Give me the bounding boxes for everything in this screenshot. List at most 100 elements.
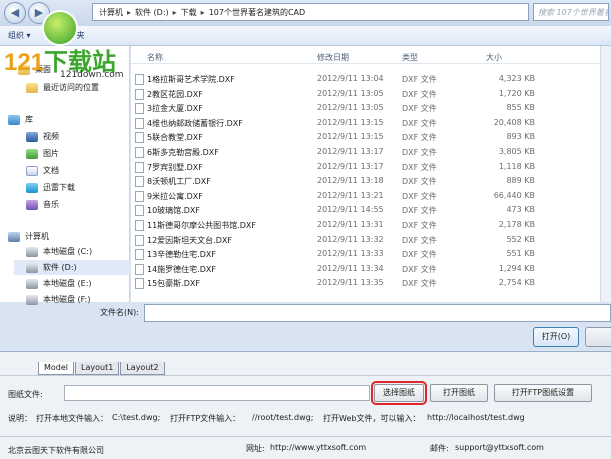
video-icon [26,131,38,142]
file-row[interactable]: 1格拉斯哥艺术学院.DXF 2012/9/11 13:04 DXF 文件 4,323 … [131,72,611,87]
tab-layout2[interactable]: Layout2 [120,362,165,375]
nav-item-drive-e[interactable]: 本地磁盘 (E:) [26,276,92,291]
file-date: 2012/9/11 13:33 [317,249,384,259]
nav-item-library[interactable]: 库 [8,112,33,127]
breadcrumb-drive-d[interactable]: 软件 (D:) [135,7,169,18]
file-row[interactable]: 10玻璃馆.DXF 2012/9/11 14:55 DXF 文件 473 KB [131,203,611,218]
file-row[interactable]: 2教区花园.DXF 2012/9/11 13:05 DXF 文件 1,720 KB [131,87,611,102]
file-row[interactable]: 6斯多克勒宫殿.DXF 2012/9/11 13:17 DXF 文件 3,805 KB [131,145,611,160]
search-input[interactable]: 搜索 107个世界著名... [533,3,609,21]
file-size: 66,440 KB [493,190,535,200]
file-size: 855 KB [506,103,535,113]
drawing-file-input[interactable] [64,385,370,401]
file-row[interactable]: 11斯德哥尔摩公共图书馆.DXF 2012/9/11 13:31 DXF 文件 2,1… [131,218,611,233]
file-size: 551 KB [506,249,535,259]
tab-layout1[interactable]: Layout1 [75,362,120,375]
file-size: 2,754 KB [498,278,535,288]
picture-icon [26,148,38,159]
chevron-right-icon[interactable]: ▸ [201,8,205,17]
dxf-file-icon [135,147,144,158]
column-size[interactable]: 大小 [486,52,502,63]
file-name: 5联合教堂.DXF [147,133,203,143]
music-icon [26,199,38,210]
file-type: DXF 文件 [402,235,437,245]
help-local-path: C:\test.dwg; [112,413,161,422]
help-web-path: http://localhost/test.dwg [427,413,525,422]
file-name: 10玻璃馆.DXF [147,206,200,216]
file-row[interactable]: 4维也纳邮政储蓄银行.DXF 2012/9/11 13:15 DXF 文件 20,40… [131,116,611,131]
computer-icon [8,231,20,242]
email-label: 邮件: [430,444,449,453]
website-link[interactable]: http://www.yttxsoft.com [270,443,366,452]
file-type: DXF 文件 [402,250,437,260]
file-type: DXF 文件 [402,148,437,157]
dxf-file-icon [135,132,144,144]
dxf-file-icon [135,117,144,129]
logo-url: 121down.com [60,70,124,80]
nav-item-drive-c[interactable]: 本地磁盘 (C:) [26,244,92,259]
file-row[interactable]: 7罗宾别墅.DXF 2012/9/11 13:17 DXF 文件 1,118 KB [131,160,611,175]
disk-icon [26,262,38,273]
nav-item-pictures[interactable]: 图片 [26,146,59,161]
file-row[interactable]: 5联合教堂.DXF 2012/9/11 13:15 DXF 文件 893 KB [131,130,611,145]
cancel-button[interactable] [585,327,611,347]
open-button[interactable]: 打开(O) [533,327,579,347]
disk-icon [26,294,38,305]
chevron-right-icon[interactable]: ▸ [173,8,177,17]
address-breadcrumb[interactable]: 计算机 ▸ 软件 (D:) ▸ 下载 ▸ 107个世界著名建筑的CAD [92,3,529,21]
nav-item-documents[interactable]: 文档 [26,163,59,178]
file-date: 2012/9/11 13:35 [317,278,384,288]
file-name: 14施罗德住宅.DXF [147,264,216,274]
footer-divider [0,436,611,437]
file-row[interactable]: 13辛德勒住宅.DXF 2012/9/11 13:33 DXF 文件 551 KB [131,247,611,262]
help-local-label: 打开本地文件输入： [36,414,108,423]
select-drawing-button[interactable]: 选择图纸 [371,381,427,405]
company-name: 北京云图天下软件有限公司 [8,446,104,455]
file-type: DXF 文件 [402,162,437,172]
help-prefix: 说明： [8,414,32,423]
file-row[interactable]: 3拉金大厦.DXF 2012/9/11 13:05 DXF 文件 855 KB [131,101,611,116]
column-type[interactable]: 类型 [402,52,418,63]
file-date: 2012/9/11 13:32 [317,234,384,244]
file-type: DXF 文件 [402,264,437,274]
file-name: 6斯多克勒宫殿.DXF [147,148,219,157]
breadcrumb-current-folder[interactable]: 107个世界著名建筑的CAD [209,7,306,18]
file-size: 3,805 KB [498,147,535,156]
tab-model[interactable]: Model [38,362,75,375]
file-row[interactable]: 15包豪斯.DXF 2012/9/11 13:35 DXF 文件 2,754 KB [131,276,611,291]
file-row[interactable]: 14施罗德住宅.DXF 2012/9/11 13:34 DXF 文件 1,294 KB [131,262,611,277]
file-date: 2012/9/11 13:04 [317,74,384,83]
ftp-settings-button[interactable]: 打开FTP图纸设置 [494,384,592,402]
email-link[interactable]: support@yttxsoft.com [455,443,544,452]
file-name: 11斯德哥尔摩公共图书馆.DXF [147,221,256,230]
dxf-file-icon [135,190,144,202]
column-date[interactable]: 修改日期 [317,52,349,63]
file-name: 7罗宾别墅.DXF [147,162,203,172]
file-date: 2012/9/11 13:18 [317,176,384,186]
filename-input[interactable] [144,304,611,322]
nav-item-thunder-downloads[interactable]: 迅雷下载 [26,180,75,195]
file-row[interactable]: 12爱因斯坦天文台.DXF 2012/9/11 13:32 DXF 文件 552 KB [131,233,611,248]
file-size: 893 KB [506,132,535,142]
file-date: 2012/9/11 13:31 [317,220,384,229]
nav-item-video[interactable]: 视频 [26,129,59,144]
file-row[interactable]: 9米拉公寓.DXF 2012/9/11 13:21 DXF 文件 66,440 KB [131,189,611,204]
vertical-scrollbar[interactable] [600,46,611,302]
layout-tabs: Model Layout1 Layout2 [38,362,166,376]
file-type: DXF 文件 [402,177,437,187]
column-header: 名称 修改日期 类型 大小 [131,46,611,64]
file-row[interactable]: 8沃顿机工厂.DXF 2012/9/11 13:18 DXF 文件 889 KB [131,174,611,189]
nav-item-music[interactable]: 音乐 [26,197,59,212]
nav-item-computer[interactable]: 计算机 [8,229,49,244]
column-name[interactable]: 名称 [147,52,163,63]
file-type: DXF 文件 [402,75,437,84]
nav-item-drive-f[interactable]: 本地磁盘 (F:) [26,292,90,307]
file-date: 2012/9/11 13:15 [317,132,384,142]
dxf-file-icon [135,205,144,217]
breadcrumb-downloads[interactable]: 下载 [181,7,197,18]
logo-ball-icon [42,10,78,46]
nav-item-drive-d[interactable]: 软件 (D:) [14,260,130,275]
file-date: 2012/9/11 13:15 [317,117,384,127]
file-size: 473 KB [506,205,535,215]
open-drawing-button[interactable]: 打开图纸 [430,384,488,402]
